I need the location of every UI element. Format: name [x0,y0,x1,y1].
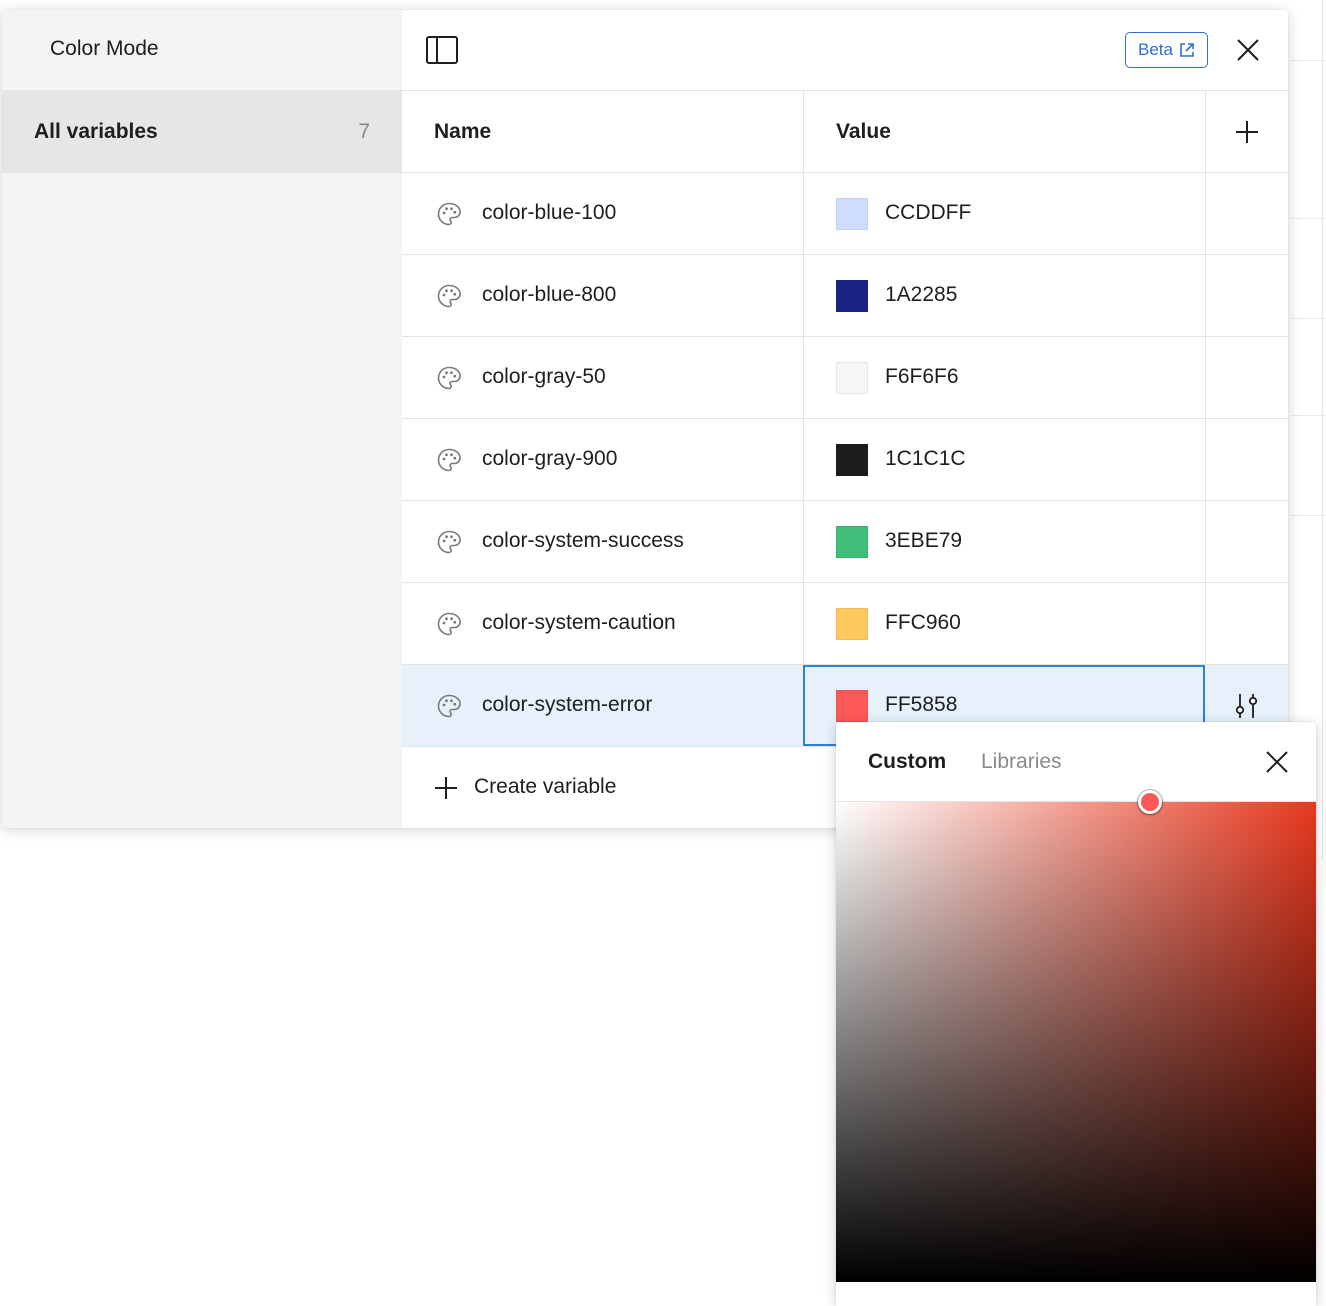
header-value: Value [836,120,891,143]
close-icon[interactable] [1264,749,1290,775]
palette-icon [436,611,462,637]
table-row[interactable]: color-gray-900 1C1C1C [402,419,1288,501]
sidebar-toggle-icon[interactable] [426,36,458,64]
color-swatch[interactable] [836,444,868,476]
palette-icon [436,693,462,719]
collection-title: Color Mode [50,37,159,60]
palette-icon [436,201,462,227]
variable-value-cell[interactable]: F6F6F6 [803,337,1205,418]
close-icon[interactable] [1234,36,1262,64]
color-swatch[interactable] [836,198,868,230]
variable-name: color-blue-100 [482,201,617,224]
variable-name: color-gray-900 [482,447,618,470]
variable-value: 1A2285 [885,283,958,306]
table-row[interactable]: color-blue-100 CCDDFF [402,173,1288,255]
variable-name: color-system-caution [482,611,676,634]
variable-name: color-system-success [482,529,684,552]
table-row[interactable]: color-gray-50 F6F6F6 [402,337,1288,419]
variable-value: FFC960 [885,611,961,634]
palette-icon [436,529,462,555]
canvas-guide [1290,515,1326,516]
header-name: Name [434,120,492,143]
variable-value-cell[interactable]: 3EBE79 [803,501,1205,582]
palette-icon [436,365,462,391]
color-handle[interactable] [1138,790,1162,814]
collections-sidebar: Color Mode All variables 7 [2,10,402,828]
sidebar-item-label: All variables [34,120,158,143]
palette-icon [436,283,462,309]
create-variable-label: Create variable [474,775,617,798]
canvas-guide [1290,218,1326,219]
color-swatch[interactable] [836,280,868,312]
color-swatch[interactable] [836,608,868,640]
sidebar-item-count: 7 [358,120,370,143]
tab-custom[interactable]: Custom [868,750,946,774]
plus-icon [435,777,457,799]
color-picker-popover: Custom Libraries [836,722,1316,1306]
table-header: Name Value [402,91,1288,173]
variables-table: Name Value color-blue-100 CCDDFF color-blu… [402,91,1288,828]
color-swatch[interactable] [836,362,868,394]
variable-name: color-blue-800 [482,283,617,306]
canvas-guide [1290,318,1326,319]
variable-value-cell[interactable]: CCDDFF [803,173,1205,254]
variable-value: CCDDFF [885,201,972,224]
palette-icon [436,447,462,473]
variable-value-cell[interactable]: 1C1C1C [803,419,1205,500]
beta-label: Beta [1138,40,1173,59]
table-row[interactable]: color-system-success 3EBE79 [402,501,1288,583]
canvas-guide [1290,415,1326,416]
canvas-guide [1322,0,1323,860]
variable-name: color-gray-50 [482,365,606,388]
color-swatch[interactable] [836,690,868,722]
variable-value-cell[interactable]: 1A2285 [803,255,1205,336]
variable-value: 1C1C1C [885,447,966,470]
color-swatch[interactable] [836,526,868,558]
canvas-guide [1290,60,1326,61]
adjust-icon[interactable] [1232,691,1262,721]
variable-value: FF5858 [885,693,958,716]
panel-toolbar: Beta [402,10,1288,91]
variables-panel: Color Mode All variables 7 Beta Name Val [2,10,1288,828]
table-row[interactable]: color-blue-800 1A2285 [402,255,1288,337]
variable-value-cell[interactable]: FFC960 [803,583,1205,664]
saturation-brightness-area[interactable] [836,790,1316,1282]
tab-libraries[interactable]: Libraries [981,750,1062,774]
external-link-icon [1180,43,1194,57]
variables-main: Beta Name Value color-blue-100 CCDDFF colo… [402,10,1288,828]
sidebar-item-all-variables[interactable]: All variables 7 [2,90,402,173]
variable-value: F6F6F6 [885,365,959,388]
beta-badge[interactable]: Beta [1125,32,1208,68]
variable-name: color-system-error [482,693,653,716]
plus-icon[interactable] [1234,119,1260,145]
table-row[interactable]: color-system-caution FFC960 [402,583,1288,665]
variable-value: 3EBE79 [885,529,963,552]
picker-header: Custom Libraries [836,722,1316,802]
